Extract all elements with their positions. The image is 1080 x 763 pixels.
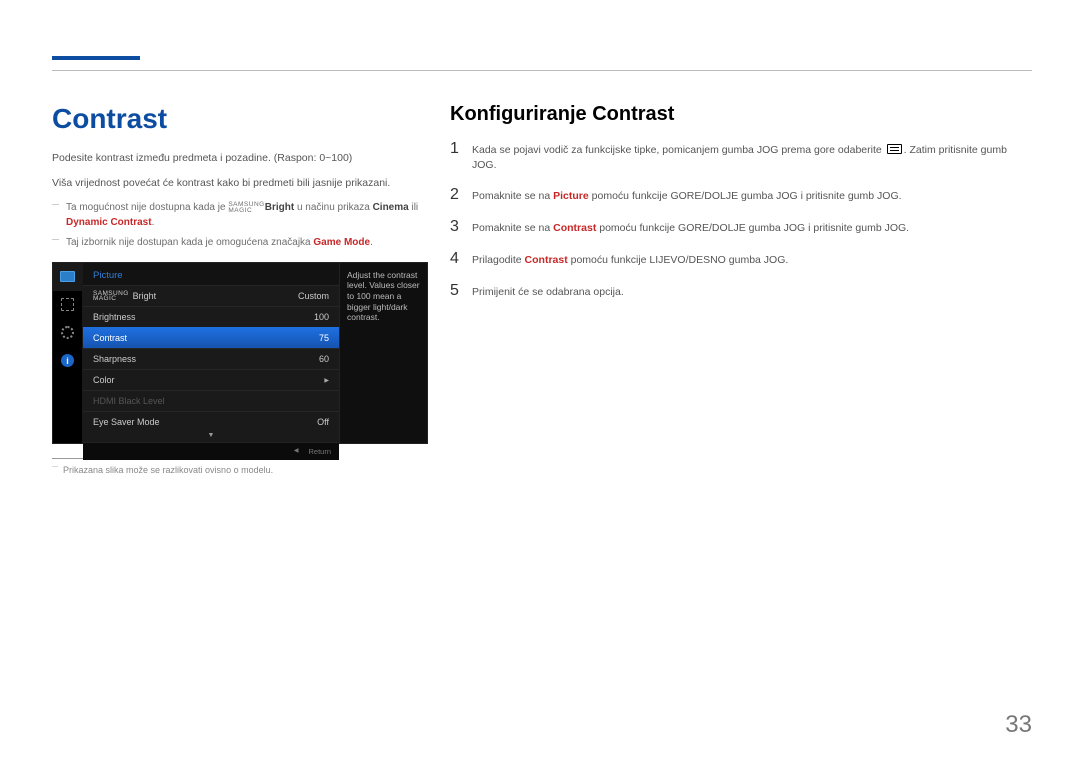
note-2: Taj izbornik nije dostupan kada je omogu…	[52, 236, 422, 250]
square-icon	[61, 298, 74, 311]
osd-row-hdmi: HDMI Black Level	[83, 390, 339, 411]
step-1: 1 Kada se pojavi vodič za funkcijske tip…	[450, 140, 1032, 172]
osd-footer: ◀ Return	[83, 442, 339, 460]
osd-screenshot: i Picture SAMSUNGMAGICBright Custom Brig…	[52, 262, 428, 444]
page-number: 33	[1005, 711, 1032, 739]
monitor-icon	[60, 271, 75, 282]
osd-row-color: Color ▶	[83, 369, 339, 390]
intro-1: Podesite kontrast između predmeta i poza…	[52, 151, 422, 166]
osd-row-magicbright: SAMSUNGMAGICBright Custom	[83, 285, 339, 306]
osd-tab-settings	[53, 319, 82, 347]
osd-heading: Picture	[83, 263, 339, 285]
step-3: 3 Pomaknite se na Contrast pomoću funkci…	[450, 218, 1032, 236]
osd-row-sharpness: Sharpness 60	[83, 348, 339, 369]
osd-row-eyesaver: Eye Saver Mode Off	[83, 411, 339, 432]
menu-icon	[887, 144, 902, 154]
osd-row-brightness: Brightness 100	[83, 306, 339, 327]
footnote: Prikazana slika može se razlikovati ovis…	[52, 465, 422, 477]
page-title: Contrast	[52, 103, 422, 135]
osd-help-panel: Adjust the contrast level. Values closer…	[339, 263, 427, 443]
osd-sidebar: i	[53, 263, 83, 443]
step-2: 2 Pomaknite se na Picture pomoću funkcij…	[450, 186, 1032, 204]
chevron-down-icon: ▼	[83, 432, 339, 442]
chevron-left-icon: ◀	[294, 447, 299, 456]
chevron-right-icon: ▶	[324, 377, 329, 384]
gear-icon	[61, 326, 74, 339]
top-rule	[52, 70, 1032, 71]
osd-tab-2	[53, 291, 82, 319]
osd-tab-info: i	[53, 347, 82, 375]
osd-row-contrast: Contrast 75	[83, 327, 339, 348]
note-1: Ta mogućnost nije dostupna kada je SAMSU…	[52, 201, 422, 229]
section-title: Konfiguriranje Contrast	[450, 103, 1032, 126]
info-icon: i	[61, 354, 74, 367]
accent-bar	[52, 56, 140, 60]
step-5: 5 Primijenit će se odabrana opcija.	[450, 282, 1032, 300]
osd-tab-picture	[53, 263, 82, 291]
osd-list: Picture SAMSUNGMAGICBright Custom Bright…	[83, 263, 339, 443]
step-4: 4 Prilagodite Contrast pomoću funkcije L…	[450, 250, 1032, 268]
intro-2: Viša vrijednost povećat će kontrast kako…	[52, 176, 422, 191]
